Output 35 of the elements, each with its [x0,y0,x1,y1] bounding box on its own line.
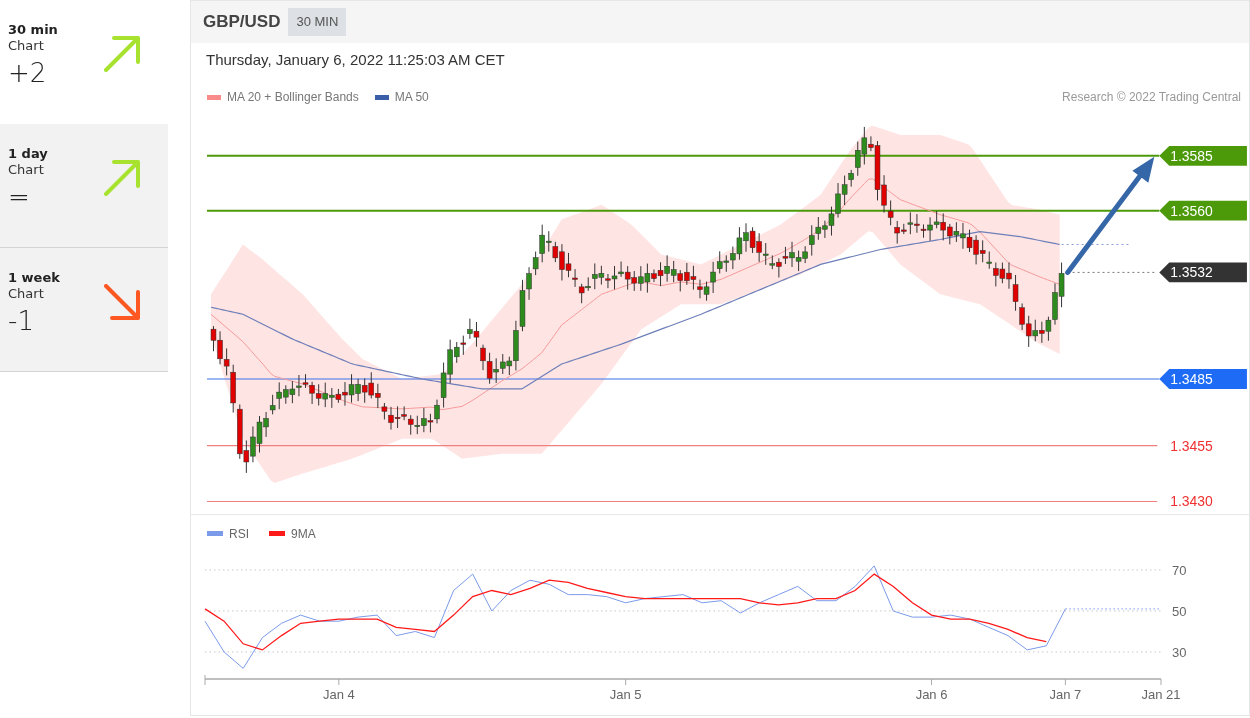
timeframe-card[interactable]: 1 day Chart = [0,124,168,248]
datetime-label: Thursday, January 6, 2022 11:25:03 AM CET [206,49,505,70]
trend-score: = [8,181,31,214]
legend-swatch [207,531,223,536]
copyright-text: Research © 2022 Trading Central [1062,89,1241,107]
timeframe-label: 1 week [8,270,60,286]
chart-label: Chart [8,286,45,302]
axis-tick-label: Jan 21 [1141,687,1181,702]
price-level-label: 1.3455 [1170,437,1213,454]
trend-score: +2 [8,57,48,90]
timeframe-label: 1 day [8,146,48,162]
symbol-label: GBP/USD [203,11,281,34]
axis-tick-label: 30 [1172,644,1187,660]
axis-tick-label: Jan 5 [609,687,642,702]
price-level-label: 1.3430 [1170,493,1213,510]
legend-label: 9MA [291,527,316,541]
chart-label: Chart [8,162,45,178]
legend-label: MA 50 [394,89,429,107]
trend-score: -1 [8,305,35,338]
axis-tick-label: 70 [1172,562,1187,578]
axis-tick-label: Jan 4 [322,687,355,702]
price-level-tag: 1.3585 [1159,145,1247,166]
price-level-tag: 1.3560 [1159,200,1247,221]
axis-tick-label: Jan 7 [1049,687,1082,702]
legend-label: RSI [229,527,249,541]
price-level-tag: 1.3532 [1159,262,1247,282]
timeframe-card[interactable]: 1 week Chart -1 [0,248,168,372]
axis-tick-label: 50 [1172,603,1187,619]
axis-tick-label: Jan 6 [915,687,948,702]
chart-label: Chart [8,38,45,54]
timeframe-label: 30 min [8,22,58,38]
timeframe-badge: 30 MIN [288,8,347,36]
legend-label: MA 20 + Bollinger Bands [227,89,359,107]
legend-swatch [269,531,285,536]
price-level-tag: 1.3485 [1159,368,1247,389]
